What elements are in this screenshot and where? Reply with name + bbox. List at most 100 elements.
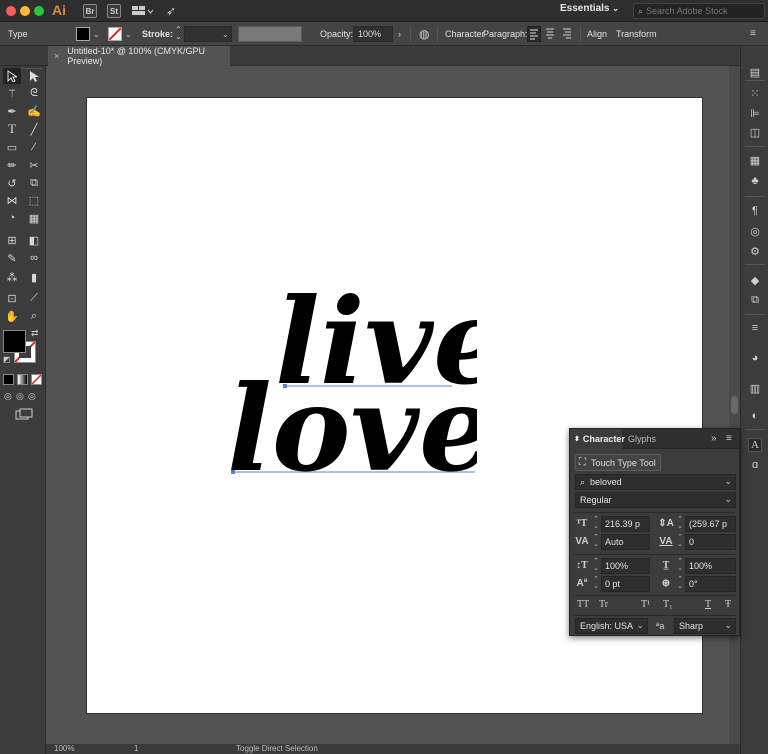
window-close-button[interactable] bbox=[6, 6, 16, 16]
vertical-scale-input[interactable]: 100% bbox=[601, 558, 650, 574]
default-fill-stroke-icon[interactable]: ◩ bbox=[3, 355, 11, 364]
screen-mode-icon[interactable] bbox=[15, 408, 33, 420]
tracking-input[interactable]: 0 bbox=[685, 534, 736, 550]
gradient-icon[interactable]: ◧ bbox=[25, 232, 43, 248]
opacity-expand-icon[interactable]: › bbox=[398, 29, 401, 39]
scrollbar-thumb[interactable] bbox=[731, 396, 738, 414]
swatches-icon[interactable]: ▦ bbox=[748, 153, 762, 167]
tab-glyphs[interactable]: Glyphs bbox=[624, 429, 656, 449]
artboard-number[interactable]: 1 bbox=[134, 744, 138, 753]
variable-width-profile[interactable] bbox=[238, 26, 302, 42]
color-mode-button[interactable] bbox=[3, 374, 14, 385]
rectangle-tool-icon[interactable]: ▭ bbox=[3, 139, 21, 155]
opacity-input[interactable]: 100% bbox=[353, 26, 393, 42]
stock-button[interactable]: St bbox=[107, 4, 121, 18]
font-family-select[interactable]: ⌕ beloved ⌄ bbox=[575, 474, 736, 490]
baseline-shift-input[interactable]: 0 pt bbox=[601, 576, 650, 592]
pathfinder-icon[interactable]: ◫ bbox=[748, 125, 762, 139]
selection-tool-icon[interactable] bbox=[3, 68, 21, 84]
width-tool-icon[interactable]: ⋈ bbox=[3, 192, 21, 208]
pencil-icon[interactable]: ✏ bbox=[3, 157, 21, 173]
transform-panel-link[interactable]: Transform bbox=[616, 29, 657, 39]
superscript-button[interactable]: T¹ bbox=[641, 599, 650, 610]
zoom-level[interactable]: 100% bbox=[54, 744, 74, 753]
swap-fill-stroke-icon[interactable]: ⇄ bbox=[31, 328, 39, 339]
rotate-icon[interactable]: ↺ bbox=[3, 175, 21, 191]
window-minimize-button[interactable] bbox=[20, 6, 30, 16]
symbol-sprayer-icon[interactable]: ⁂ bbox=[3, 269, 21, 285]
transparency-icon[interactable]: ◐ bbox=[748, 409, 762, 423]
curvature-tool-icon[interactable]: ✍ bbox=[25, 103, 43, 119]
graphic-styles-icon[interactable]: ⚙ bbox=[748, 244, 762, 258]
color-icon[interactable]: ◕ bbox=[748, 351, 762, 365]
anchor-point[interactable] bbox=[283, 384, 287, 388]
line-tool-icon[interactable]: ╱ bbox=[25, 121, 43, 137]
lettering-artwork[interactable]: live loved bbox=[217, 258, 477, 478]
stock-search-box[interactable]: ⌕ bbox=[633, 3, 765, 19]
appearance-icon[interactable]: ◎ bbox=[748, 224, 762, 238]
libraries-icon[interactable]: ⁙ bbox=[748, 86, 762, 100]
blend-icon[interactable]: ∞ bbox=[25, 250, 43, 266]
collapse-panel-icon[interactable]: » bbox=[711, 433, 717, 444]
gradient-panel-icon[interactable]: ▥ bbox=[748, 381, 762, 395]
kerning-stepper[interactable]: ⌃ ⌄ bbox=[592, 534, 600, 550]
stroke-weight-stepper[interactable]: ⌃ ⌄ bbox=[175, 26, 182, 41]
align-panel-link[interactable]: Align bbox=[587, 29, 607, 39]
draw-behind-icon[interactable]: ◎ bbox=[16, 391, 24, 402]
rotation-input[interactable]: 0° bbox=[685, 576, 736, 592]
stroke-swatch[interactable] bbox=[108, 27, 122, 41]
pen-tool-icon[interactable]: ✒ bbox=[3, 103, 21, 119]
font-size-stepper[interactable]: ⌃ ⌄ bbox=[592, 516, 600, 532]
lettering-line-2[interactable]: loved bbox=[227, 359, 477, 478]
align-left-button[interactable] bbox=[527, 26, 541, 42]
scissors-icon[interactable]: ✂ bbox=[25, 157, 43, 173]
fill-dropdown-icon[interactable]: ⌄ bbox=[93, 30, 100, 39]
free-transform-icon[interactable]: ⬚ bbox=[25, 192, 43, 208]
subscript-button[interactable]: T₁ bbox=[663, 599, 673, 610]
type-tool-icon[interactable]: T bbox=[3, 121, 21, 137]
magic-wand-icon[interactable]: ⚚ bbox=[3, 85, 21, 101]
leading-stepper[interactable]: ⌃ ⌄ bbox=[676, 516, 684, 532]
lasso-icon[interactable]: ᘓ bbox=[25, 85, 43, 101]
align-icon[interactable]: ⊫ bbox=[748, 106, 762, 120]
tracking-stepper[interactable]: ⌃ ⌄ bbox=[676, 534, 684, 550]
share-icon[interactable]: ➶ bbox=[164, 4, 178, 18]
window-maximize-button[interactable] bbox=[34, 6, 44, 16]
fill-color-box[interactable] bbox=[3, 330, 26, 353]
strikethrough-button[interactable]: Ŧ bbox=[725, 599, 731, 610]
fill-swatch[interactable] bbox=[76, 27, 90, 41]
stroke-dropdown-icon[interactable]: ⌄ bbox=[125, 30, 132, 39]
collapse-arrows-icon[interactable]: ⬍ bbox=[574, 435, 580, 443]
artboards-icon[interactable]: ⧉ bbox=[748, 293, 762, 307]
kerning-input[interactable]: Auto bbox=[601, 534, 650, 550]
align-center-button[interactable] bbox=[544, 26, 558, 42]
character-icon[interactable]: A bbox=[748, 438, 762, 452]
shape-builder-icon[interactable]: ◔ bbox=[3, 210, 21, 226]
draw-inside-icon[interactable]: ◎ bbox=[28, 391, 36, 402]
control-bar-menu-icon[interactable]: ≡ bbox=[750, 28, 756, 39]
bridge-button[interactable]: Br bbox=[83, 4, 97, 18]
baseline-shift-stepper[interactable]: ⌃ ⌄ bbox=[592, 576, 600, 592]
document-tab[interactable]: × Untitled-10* @ 100% (CMYK/GPU Preview) bbox=[48, 46, 230, 66]
language-select[interactable]: English: USA ⌄ bbox=[575, 618, 648, 634]
all-caps-button[interactable]: TT bbox=[577, 599, 589, 610]
draw-normal-icon[interactable]: ◎ bbox=[4, 391, 12, 402]
mesh-icon[interactable]: ⊞ bbox=[3, 232, 21, 248]
character-panel-link[interactable]: Character bbox=[445, 29, 485, 39]
touch-type-tool-button[interactable]: ⛶ Touch Type Tool bbox=[575, 454, 661, 471]
small-caps-button[interactable]: Tr bbox=[599, 599, 608, 610]
recolor-artwork-icon[interactable]: ◍ bbox=[419, 27, 429, 41]
paragraph-icon[interactable]: ¶ bbox=[748, 204, 762, 218]
paragraph-panel-link[interactable]: Paragraph: bbox=[483, 29, 528, 39]
direct-selection-tool-icon[interactable] bbox=[25, 68, 43, 84]
font-size-input[interactable]: 216.39 p bbox=[601, 516, 650, 532]
panel-menu-icon[interactable]: ≡ bbox=[726, 433, 732, 444]
leading-input[interactable]: (259.67 p bbox=[685, 516, 736, 532]
underline-button[interactable]: T bbox=[705, 599, 711, 610]
font-style-select[interactable]: Regular ⌄ bbox=[575, 492, 736, 508]
close-tab-icon[interactable]: × bbox=[54, 51, 59, 61]
symbols-icon[interactable]: ♣ bbox=[748, 174, 762, 188]
vertical-scrollbar[interactable] bbox=[729, 66, 740, 754]
none-mode-button[interactable] bbox=[31, 374, 42, 385]
scale-icon[interactable]: ⧉ bbox=[25, 175, 43, 191]
